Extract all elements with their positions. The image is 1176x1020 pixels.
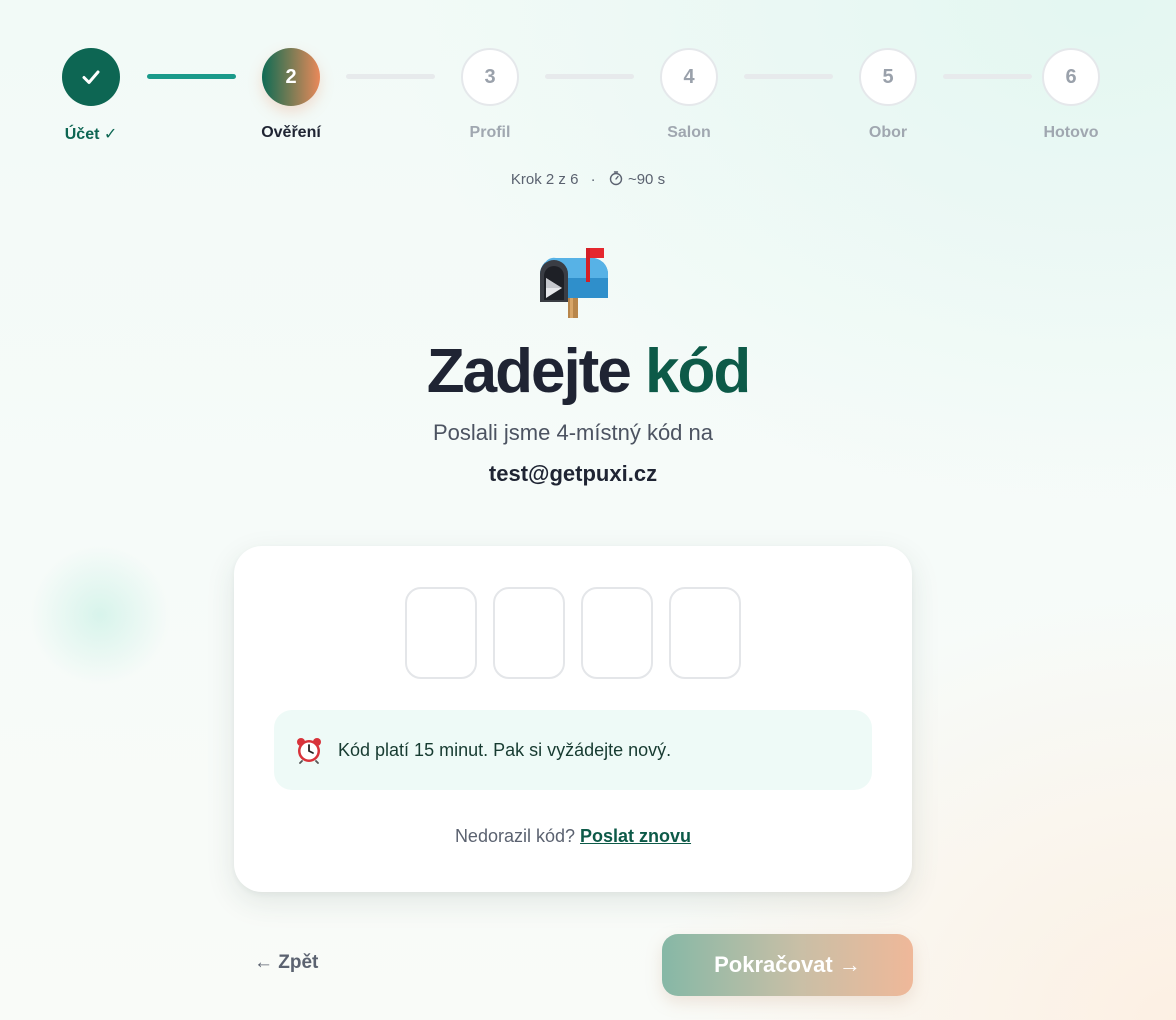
step-profil: 3 Profil <box>461 48 519 141</box>
connector-2-3 <box>346 74 435 79</box>
step-label: Salon <box>667 124 711 141</box>
code-digit-3[interactable] <box>581 587 653 679</box>
connector-4-5 <box>744 74 833 79</box>
step-circle <box>62 48 120 106</box>
back-button[interactable]: ← Zpět <box>254 952 318 974</box>
code-digit-4[interactable] <box>669 587 741 679</box>
step-label: Účet ✓ <box>64 126 118 143</box>
code-inputs <box>405 587 741 679</box>
connector-1-2 <box>147 74 236 79</box>
title-main: Zadejte <box>426 337 632 406</box>
step-ucet[interactable]: Účet ✓ <box>62 48 120 143</box>
step-circle: 4 <box>660 48 718 106</box>
step-label: Ověření <box>261 124 321 141</box>
expiry-notice: Kód platí 15 minut. Pak si vyžádejte nov… <box>274 710 872 790</box>
code-digit-2[interactable] <box>493 587 565 679</box>
step-salon: 4 Salon <box>660 48 718 141</box>
connector-5-6 <box>943 74 1032 79</box>
step-circle: 6 <box>1042 48 1100 106</box>
check-icon <box>82 70 100 84</box>
code-digit-1[interactable] <box>405 587 477 679</box>
mailbox-icon <box>540 248 608 318</box>
step-label: Obor <box>868 124 908 141</box>
verification-card: Kód platí 15 minut. Pak si vyžádejte nov… <box>234 546 912 892</box>
recipient-email: test@getpuxi.cz <box>488 461 658 486</box>
alarm-clock-icon <box>297 738 321 764</box>
stopwatch-icon <box>609 171 622 186</box>
step-circle: 2 <box>262 48 320 106</box>
step-circle: 3 <box>461 48 519 106</box>
step-overeni[interactable]: 2 Ověření <box>261 48 321 141</box>
connector-3-4 <box>545 74 634 79</box>
title-accent: kód <box>645 337 751 406</box>
step-label: Profil <box>469 124 511 141</box>
step-circle: 5 <box>859 48 917 106</box>
continue-button[interactable]: Pokračovat → <box>662 934 913 996</box>
step-hotovo: 6 Hotovo <box>1042 48 1100 141</box>
resend-prompt: Nedorazil kód? <box>454 826 576 846</box>
subtitle: Poslali jsme 4-místný kód na <box>433 420 713 445</box>
separator: · <box>590 171 596 188</box>
resend-row: Nedorazil kód? Poslat znovu <box>234 826 912 847</box>
step-label: Hotovo <box>1043 124 1099 141</box>
step-obor: 5 Obor <box>859 48 917 141</box>
expiry-notice-text: Kód platí 15 minut. Pak si vyžádejte nov… <box>338 739 672 760</box>
resend-link[interactable]: Poslat znovu <box>580 826 691 846</box>
time-estimate: ~90 s <box>627 171 666 188</box>
step-progress-text: Krok 2 z 6 <box>510 171 579 188</box>
page-title: Zadejte kód <box>0 336 1176 407</box>
step-progress-meta: Krok 2 z 6 · ~90 s <box>0 170 1176 188</box>
